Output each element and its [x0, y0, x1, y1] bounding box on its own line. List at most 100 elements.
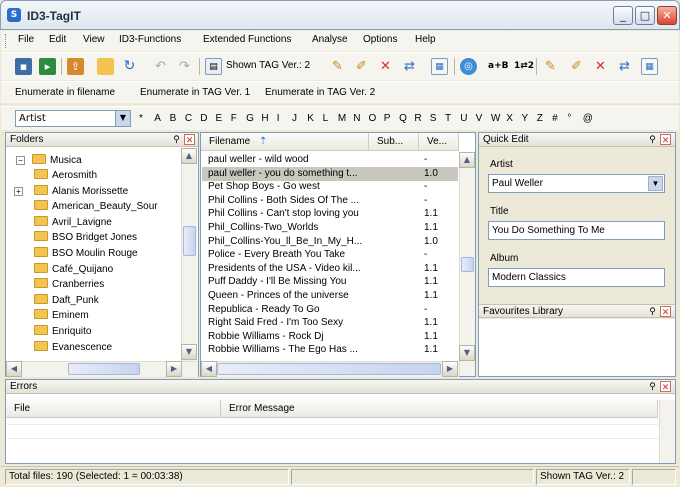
- folder-item[interactable]: Café_Quijano: [34, 262, 113, 277]
- file-row[interactable]: Republica - Ready To Go -: [202, 303, 458, 317]
- folders-vscroll[interactable]: ▲ ▼: [181, 148, 197, 361]
- scroll-left-icon[interactable]: ◀: [6, 361, 22, 377]
- enumerate-filename-button[interactable]: Enumerate in filename: [15, 87, 115, 98]
- minimize-button[interactable]: _: [613, 6, 633, 25]
- scroll-thumb[interactable]: [183, 226, 196, 256]
- scroll-left-icon[interactable]: ◀: [201, 361, 217, 377]
- folder-item[interactable]: Aerosmith: [34, 168, 97, 183]
- sort-icon[interactable]: ⇡: [259, 136, 267, 147]
- menu-edit[interactable]: Edit: [49, 34, 66, 45]
- file-row[interactable]: paul weller - you do something t... 1.0: [202, 166, 458, 181]
- letter-filter-16[interactable]: P: [384, 113, 391, 124]
- refresh-icon[interactable]: ↻: [121, 58, 138, 75]
- redo-icon[interactable]: ↷: [176, 58, 193, 75]
- letter-filter-15[interactable]: O: [369, 113, 377, 124]
- open-folder-icon[interactable]: [97, 58, 114, 75]
- folder-item[interactable]: + Alanis Morissette: [14, 184, 128, 199]
- letter-filter-28[interactable]: °: [567, 113, 571, 124]
- album-field[interactable]: Modern Classics: [488, 268, 665, 287]
- letter-filter-17[interactable]: Q: [399, 113, 407, 124]
- file-row[interactable]: Pet Shop Boys - Go west -: [202, 180, 458, 194]
- file-row[interactable]: Presidents of the USA - Video kil... 1.1: [202, 262, 458, 276]
- remove-tag-icon[interactable]: ✕: [377, 58, 394, 75]
- letter-filter-26[interactable]: Z: [537, 113, 543, 124]
- letter-filter-21[interactable]: U: [460, 113, 467, 124]
- file-row[interactable]: Phil Collins - Can't stop loving you 1.1: [202, 207, 458, 221]
- file-row[interactable]: Right Said Fred - I'm Too Sexy 1.1: [202, 316, 458, 330]
- scroll-down-icon[interactable]: ▼: [459, 345, 475, 361]
- menu-extended-functions[interactable]: Extended Functions: [203, 34, 291, 45]
- pin-icon[interactable]: ⚲: [647, 381, 658, 392]
- letter-filter-27[interactable]: #: [552, 113, 558, 124]
- scroll-up-icon[interactable]: ▲: [181, 148, 197, 164]
- letter-filter-11[interactable]: K: [307, 113, 314, 124]
- folder-item[interactable]: BSO Moulin Rouge: [34, 246, 138, 261]
- menu-help[interactable]: Help: [415, 34, 436, 45]
- letter-filter-29[interactable]: @: [583, 113, 593, 124]
- letter-filter-9[interactable]: I: [277, 113, 280, 124]
- letter-filter-0[interactable]: *: [139, 113, 143, 124]
- pin-icon[interactable]: ⚲: [647, 306, 658, 317]
- close-button[interactable]: ✕: [657, 6, 677, 25]
- letter-filter-8[interactable]: H: [261, 113, 268, 124]
- enumerate-tag2-button[interactable]: Enumerate in TAG Ver. 2: [265, 87, 375, 98]
- edit-wand-icon[interactable]: ✐: [568, 58, 585, 75]
- files-hscroll[interactable]: ◀ ▶: [201, 361, 459, 377]
- export-icon[interactable]: ⇪: [67, 58, 84, 75]
- undo-icon[interactable]: ↶: [152, 58, 169, 75]
- maximize-button[interactable]: □: [635, 6, 655, 25]
- transfer-icon[interactable]: ⇄: [616, 58, 633, 75]
- letter-filter-18[interactable]: R: [414, 113, 421, 124]
- file-row[interactable]: Puff Daddy - I'll Be Missing You 1.1: [202, 275, 458, 289]
- letter-filter-12[interactable]: L: [323, 113, 329, 124]
- files-vscroll[interactable]: ▲ ▼: [459, 152, 475, 376]
- file-row[interactable]: Queen - Princes of the universe 1.1: [202, 289, 458, 303]
- panel-close-icon[interactable]: ✕: [660, 306, 671, 317]
- file-row[interactable]: Phil_Collins-You_ll_Be_In_My_H... 1.0: [202, 235, 458, 249]
- delete-icon[interactable]: ✕: [592, 58, 609, 75]
- menu-analyse[interactable]: Analyse: [312, 34, 348, 45]
- folder-item[interactable]: Daft_Punk: [34, 293, 99, 308]
- scroll-thumb[interactable]: [461, 257, 474, 272]
- letter-filter-1[interactable]: A: [154, 113, 161, 124]
- file-row[interactable]: Robbie Williams - Rock Dj 1.1: [202, 330, 458, 344]
- hscroll-thumb[interactable]: [68, 363, 140, 375]
- letter-filter-20[interactable]: T: [445, 113, 451, 124]
- menu-id3-functions[interactable]: ID3-Functions: [119, 34, 181, 45]
- folder-item[interactable]: American_Beauty_Sour: [34, 199, 158, 214]
- scroll-right-icon[interactable]: ▶: [442, 361, 458, 377]
- letter-filter-13[interactable]: M: [338, 113, 346, 124]
- col-error-message[interactable]: Error Message: [221, 400, 658, 418]
- letter-filter-5[interactable]: E: [216, 113, 223, 124]
- letter-filter-14[interactable]: N: [353, 113, 360, 124]
- panel-close-icon[interactable]: ✕: [660, 134, 671, 145]
- expand-icon[interactable]: +: [14, 186, 23, 196]
- file-row[interactable]: paul weller - wild wood -: [202, 153, 458, 167]
- folder-item[interactable]: BSO Bridget Jones: [34, 230, 137, 245]
- chevron-down-icon[interactable]: ▼: [115, 111, 130, 126]
- shown-tag-label[interactable]: Shown TAG Ver.: 2: [226, 60, 310, 71]
- swap-icon[interactable]: 1⇄2: [514, 58, 534, 75]
- scroll-down-icon[interactable]: ▼: [181, 344, 197, 360]
- letter-filter-19[interactable]: S: [430, 113, 437, 124]
- pin-icon[interactable]: ⚲: [171, 134, 182, 145]
- tree-root[interactable]: − Musica: [16, 153, 82, 168]
- hscroll-thumb[interactable]: [217, 363, 441, 375]
- file-row[interactable]: Phil Collins - Both Sides Of The ... -: [202, 194, 458, 208]
- chevron-down-icon[interactable]: ▼: [648, 176, 663, 191]
- scroll-right-icon[interactable]: ▶: [166, 361, 182, 377]
- panel-close-icon[interactable]: ✕: [184, 134, 195, 145]
- menu-file[interactable]: File: [18, 34, 34, 45]
- play-icon[interactable]: ▸: [39, 58, 56, 75]
- panel-close-icon[interactable]: ✕: [660, 381, 671, 392]
- errors-vscroll[interactable]: [659, 400, 675, 463]
- folder-item[interactable]: Evanescence: [34, 340, 112, 355]
- letter-filter-4[interactable]: D: [200, 113, 207, 124]
- web-icon[interactable]: ◎: [460, 58, 477, 75]
- letter-filter-24[interactable]: X: [506, 113, 513, 124]
- file-row[interactable]: Phil_Collins-Two_Worlds 1.1: [202, 221, 458, 235]
- letter-filter-6[interactable]: F: [231, 113, 237, 124]
- letter-filter-7[interactable]: G: [246, 113, 254, 124]
- enumerate-tag1-button[interactable]: Enumerate in TAG Ver. 1: [140, 87, 250, 98]
- favourites-list[interactable]: [479, 319, 675, 376]
